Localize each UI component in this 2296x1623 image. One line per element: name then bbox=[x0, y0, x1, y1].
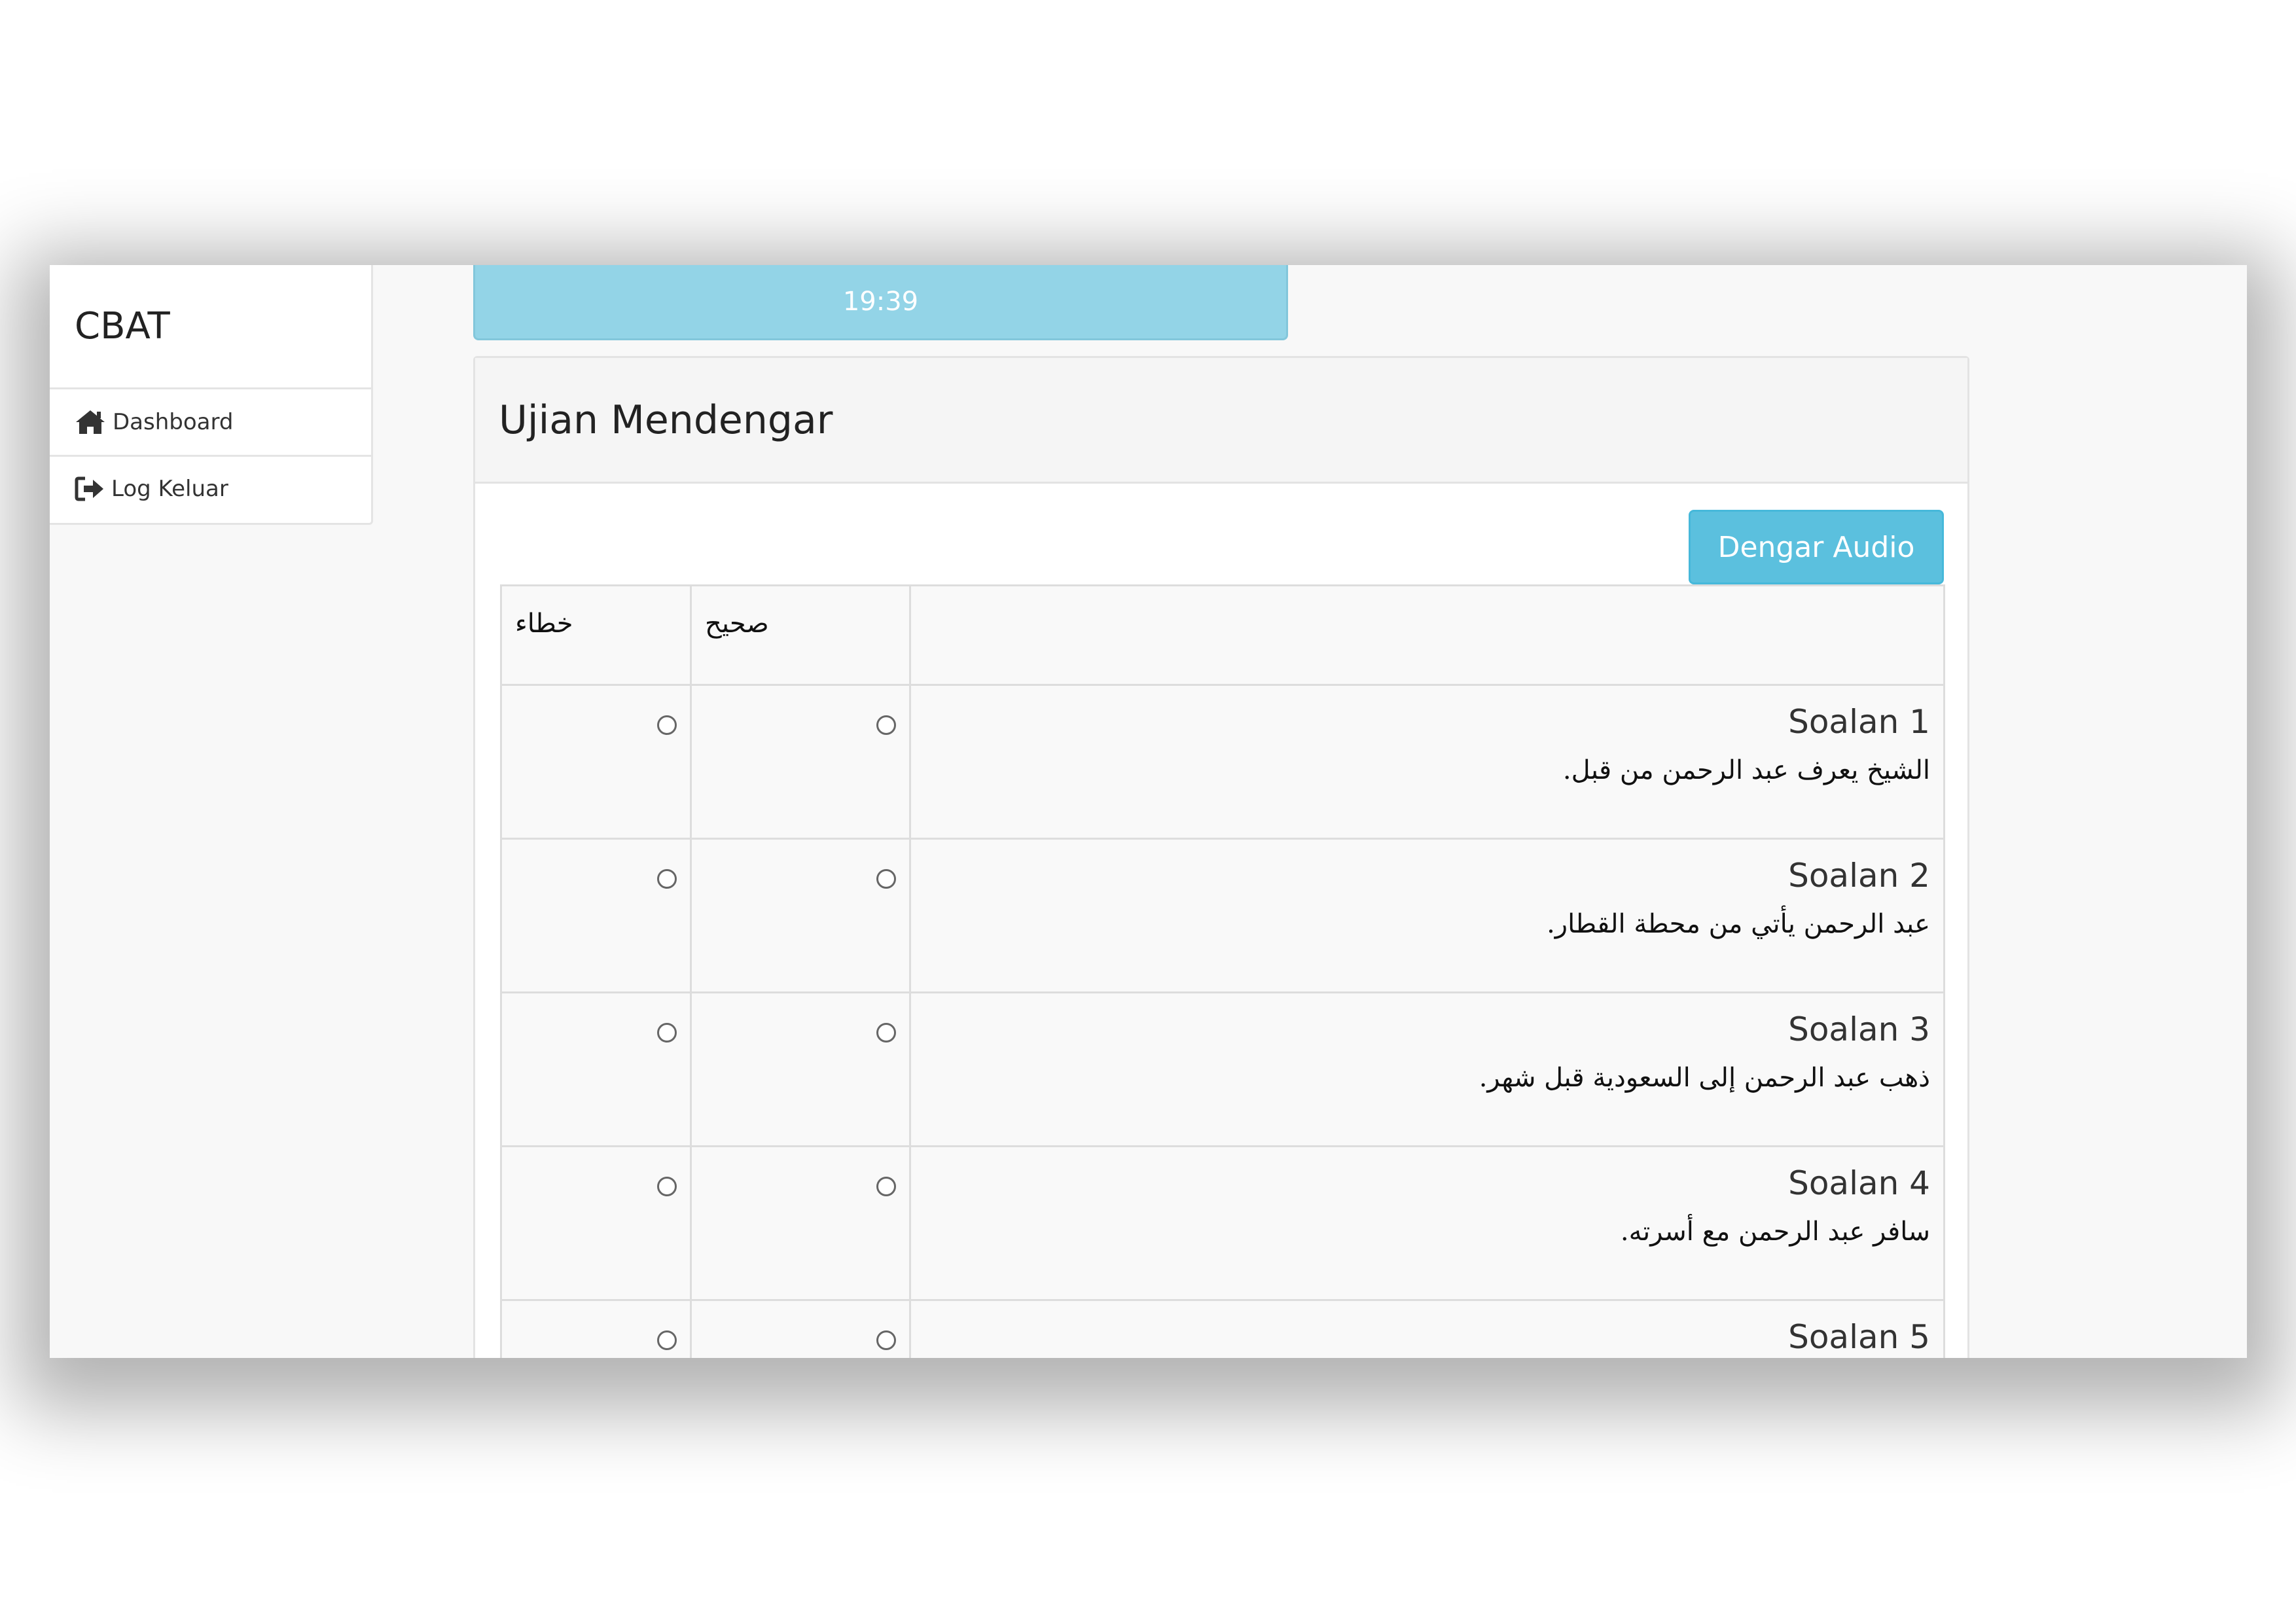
question-cell: Soalan 3 ذهب عبد الرحمن إلى السعودية قبل… bbox=[909, 991, 1945, 1147]
table-row: Soalan 4 سافر عبد الرحمن مع أسرته. bbox=[500, 1145, 1945, 1301]
radio-wrong[interactable] bbox=[657, 1177, 677, 1196]
table-row: Soalan 2 عبد الرحمن يأتي من محطة القطار. bbox=[500, 838, 1945, 993]
question-table: خطاء صحيح Soalan 1 الشيخ يعرف عبد الرحمن… bbox=[500, 584, 1945, 1358]
question-cell: Soalan 2 عبد الرحمن يأتي من محطة القطار. bbox=[909, 838, 1945, 993]
countdown-timer: 19:39 bbox=[473, 265, 1288, 340]
sidebar-item-dashboard[interactable]: Dashboard bbox=[50, 389, 371, 455]
right-cell bbox=[690, 1299, 911, 1358]
brand-logo[interactable]: CBAT bbox=[50, 265, 371, 389]
radio-wrong[interactable] bbox=[657, 1330, 677, 1350]
question-cell: Soalan 4 سافر عبد الرحمن مع أسرته. bbox=[909, 1145, 1945, 1301]
sign-out-icon bbox=[75, 476, 103, 501]
home-icon bbox=[76, 410, 105, 434]
question-title: Soalan 2 bbox=[1788, 857, 1930, 895]
wrong-cell bbox=[500, 1145, 692, 1301]
question-cell: Soalan 1 الشيخ يعرف عبد الرحمن من قبل. bbox=[909, 684, 1945, 840]
wrong-cell bbox=[500, 991, 692, 1147]
sidebar-item-log-keluar[interactable]: Log Keluar bbox=[50, 455, 371, 520]
radio-right[interactable] bbox=[876, 1330, 896, 1350]
sidebar: CBAT Dashboard Log Keluar bbox=[50, 265, 373, 525]
wrong-cell bbox=[500, 684, 692, 840]
table-row: Soalan 5 bbox=[500, 1299, 1945, 1358]
question-title: Soalan 4 bbox=[1788, 1164, 1930, 1202]
question-text: سافر عبد الرحمن مع أسرته. bbox=[1620, 1217, 1930, 1247]
question-title: Soalan 5 bbox=[1788, 1318, 1930, 1356]
radio-right[interactable] bbox=[876, 715, 896, 735]
radio-wrong[interactable] bbox=[657, 869, 677, 889]
radio-right[interactable] bbox=[876, 1023, 896, 1043]
question-text: ذهب عبد الرحمن إلى السعودية قبل شهر. bbox=[1479, 1063, 1930, 1093]
sidebar-item-label: Log Keluar bbox=[111, 475, 228, 502]
table-header-row: خطاء صحيح bbox=[500, 584, 1945, 686]
question-title: Soalan 1 bbox=[1788, 703, 1930, 741]
table-row: Soalan 1 الشيخ يعرف عبد الرحمن من قبل. bbox=[500, 684, 1945, 840]
radio-wrong[interactable] bbox=[657, 1023, 677, 1043]
radio-right[interactable] bbox=[876, 869, 896, 889]
sidebar-item-label: Dashboard bbox=[113, 409, 234, 435]
radio-wrong[interactable] bbox=[657, 715, 677, 735]
header-wrong: خطاء bbox=[500, 584, 692, 686]
right-cell bbox=[690, 684, 911, 840]
question-cell: Soalan 5 bbox=[909, 1299, 1945, 1358]
wrong-cell bbox=[500, 1299, 692, 1358]
header-right: صحيح bbox=[690, 584, 911, 686]
table-row: Soalan 3 ذهب عبد الرحمن إلى السعودية قبل… bbox=[500, 991, 1945, 1147]
radio-right[interactable] bbox=[876, 1177, 896, 1196]
right-cell bbox=[690, 838, 911, 993]
wrong-cell bbox=[500, 838, 692, 993]
panel-title: Ujian Mendengar bbox=[475, 358, 1967, 484]
question-text: عبد الرحمن يأتي من محطة القطار. bbox=[1547, 909, 1930, 939]
header-question bbox=[909, 584, 1945, 686]
right-cell bbox=[690, 1145, 911, 1301]
question-title: Soalan 3 bbox=[1788, 1010, 1930, 1048]
exam-panel: Ujian Mendengar Dengar Audio خطاء صحيح S… bbox=[473, 356, 1969, 1358]
play-audio-button[interactable]: Dengar Audio bbox=[1689, 510, 1944, 584]
app-window: CBAT Dashboard Log Keluar 19:39 Ujian Me… bbox=[50, 265, 2247, 1358]
question-text: الشيخ يعرف عبد الرحمن من قبل. bbox=[1562, 755, 1930, 785]
right-cell bbox=[690, 991, 911, 1147]
